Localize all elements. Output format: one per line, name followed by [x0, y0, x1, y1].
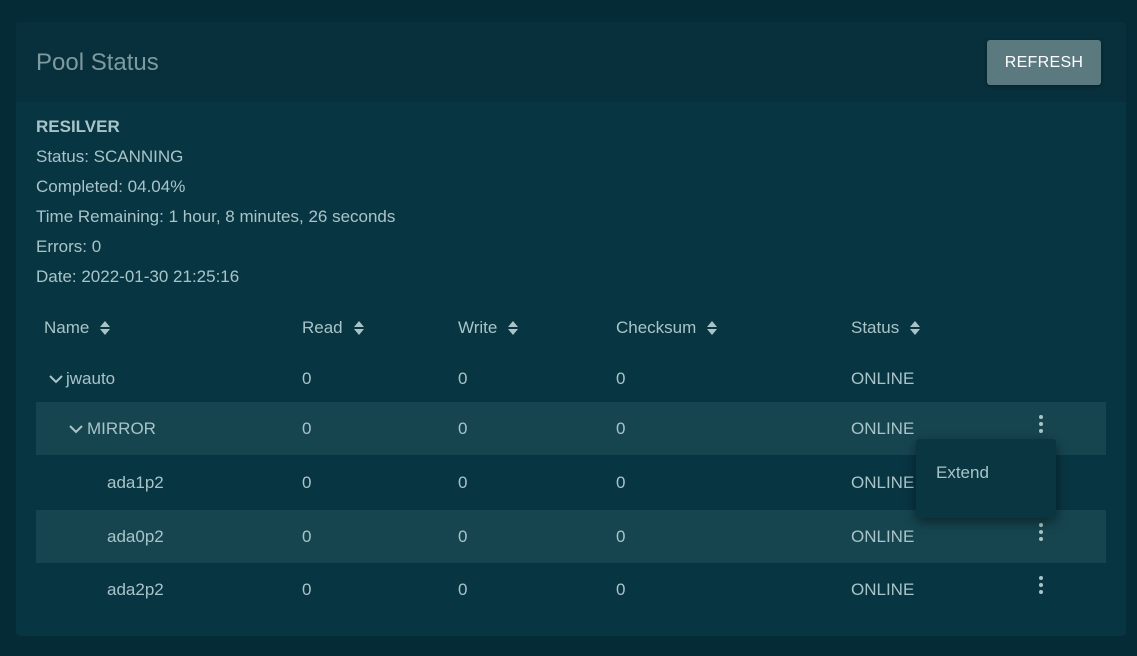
sort-icon — [508, 321, 519, 335]
row-status: ONLINE — [851, 473, 915, 492]
row-checksum: 0 — [616, 473, 626, 492]
row-read: 0 — [302, 527, 312, 546]
menu-item-label: Extend — [936, 463, 989, 482]
row-write: 0 — [458, 473, 468, 492]
resilver-time-remaining: Time Remaining: 1 hour, 8 minutes, 26 se… — [36, 207, 396, 226]
column-header-status[interactable]: Status — [851, 318, 921, 338]
chevron-down-icon[interactable] — [68, 419, 84, 439]
page-title: Pool Status — [36, 49, 159, 76]
table-row[interactable]: jwauto 0 0 0 ONLINE — [36, 352, 1106, 405]
column-label: Status — [851, 318, 900, 337]
sort-icon — [100, 321, 111, 335]
column-header-write[interactable]: Write — [458, 318, 519, 338]
chevron-down-icon[interactable] — [48, 369, 64, 389]
column-label: Checksum — [616, 318, 697, 337]
more-vert-icon[interactable] — [1031, 573, 1051, 597]
resilver-heading: RESILVER — [36, 117, 120, 136]
row-status: ONLINE — [851, 369, 915, 388]
row-write: 0 — [458, 527, 468, 546]
resilver-info: RESILVER Status: SCANNING Completed: 04.… — [36, 117, 395, 297]
row-checksum: 0 — [616, 369, 626, 388]
column-header-checksum[interactable]: Checksum — [616, 318, 718, 338]
pool-status-card: Pool Status REFRESH RESILVER Status: SCA… — [16, 22, 1126, 636]
resilver-date: Date: 2022-01-30 21:25:16 — [36, 267, 240, 286]
row-checksum: 0 — [616, 419, 626, 438]
row-status: ONLINE — [851, 419, 915, 438]
more-vert-icon[interactable] — [1031, 520, 1051, 544]
row-write: 0 — [458, 419, 468, 438]
row-write: 0 — [458, 369, 468, 388]
row-name: ada2p2 — [107, 580, 164, 599]
sort-icon — [910, 321, 921, 335]
row-read: 0 — [302, 419, 312, 438]
table-row[interactable]: ada2p2 0 0 0 ONLINE — [36, 563, 1106, 616]
resilver-completed: Completed: 04.04% — [36, 177, 186, 196]
column-header-name[interactable]: Name — [44, 318, 111, 338]
column-header-read[interactable]: Read — [302, 318, 365, 338]
sort-icon — [707, 321, 718, 335]
row-name: ada0p2 — [107, 527, 164, 546]
row-status: ONLINE — [851, 580, 915, 599]
resilver-errors: Errors: 0 — [36, 237, 102, 256]
row-read: 0 — [302, 473, 312, 492]
row-name: MIRROR — [87, 419, 156, 438]
more-vert-icon[interactable] — [1031, 412, 1051, 436]
row-read: 0 — [302, 369, 312, 388]
row-name: ada1p2 — [107, 473, 164, 492]
card-header: Pool Status REFRESH — [16, 22, 1126, 102]
row-read: 0 — [302, 580, 312, 599]
context-menu: Extend — [916, 439, 1056, 518]
row-checksum: 0 — [616, 527, 626, 546]
sort-icon — [353, 321, 364, 335]
row-name: jwauto — [66, 369, 116, 388]
column-label: Name — [44, 318, 90, 337]
row-write: 0 — [458, 580, 468, 599]
menu-item-extend[interactable]: Extend — [916, 439, 1056, 493]
resilver-status: Status: SCANNING — [36, 147, 184, 166]
column-label: Read — [302, 318, 343, 337]
row-checksum: 0 — [616, 580, 626, 599]
row-status: ONLINE — [851, 527, 915, 546]
column-label: Write — [458, 318, 498, 337]
refresh-button[interactable]: REFRESH — [987, 40, 1101, 85]
table-header: Name Read Write Checksum Status — [16, 318, 1126, 348]
